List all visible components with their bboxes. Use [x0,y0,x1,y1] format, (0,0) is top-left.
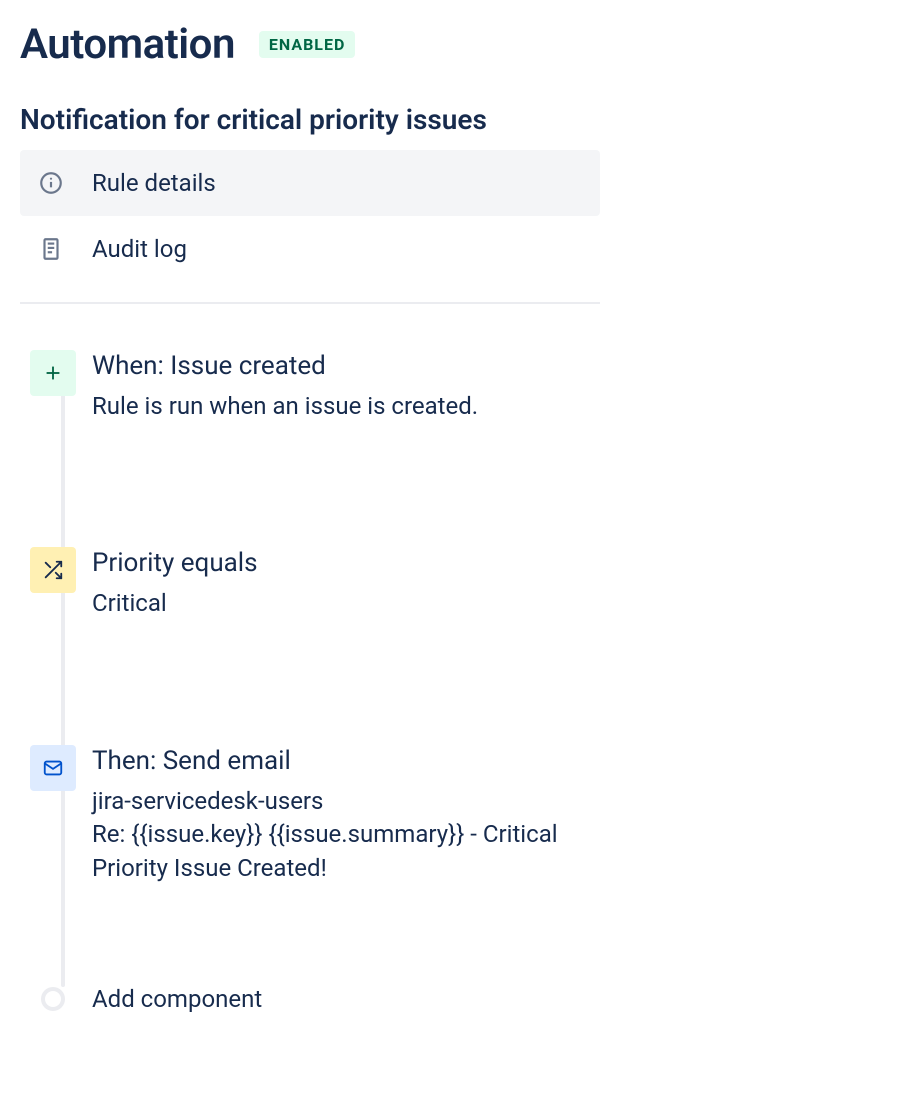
flow-step-trigger[interactable]: When: Issue created Rule is run when an … [30,348,878,423]
sidebar-list: Rule details Audit log [20,150,600,304]
flow-step-title: Then: Send email [92,745,576,779]
sidebar-item-label: Audit log [92,235,187,263]
flow-step-desc[interactable]: Critical [92,587,258,621]
flow-connector-line [61,388,65,987]
flow-step-title: Priority equals [92,547,258,581]
page-title: Automation [20,20,235,69]
shuffle-icon [30,547,76,593]
plus-icon [30,350,76,396]
add-component-label: Add component [92,985,262,1013]
status-badge: ENABLED [259,31,355,58]
flow-step-desc[interactable]: Rule is run when an issue is created. [92,390,478,424]
sidebar-item-audit-log[interactable]: Audit log [20,216,600,282]
flow-step-action[interactable]: Then: Send email jira-servicedesk-users … [30,743,878,886]
document-icon [38,236,92,262]
flow-step-desc[interactable]: jira-servicedesk-users Re: {{issue.key}}… [92,785,576,886]
add-circle-icon [41,987,65,1011]
sidebar-item-rule-details[interactable]: Rule details [20,150,600,216]
rule-name: Notification for critical priority issue… [20,103,878,136]
sidebar-item-label: Rule details [92,169,216,197]
info-icon [38,170,92,196]
rule-flow: When: Issue created Rule is run when an … [20,348,878,1013]
flow-step-title: When: Issue created [92,350,478,384]
header: Automation ENABLED [20,20,878,69]
add-component-row[interactable]: Add component [30,985,878,1013]
flow-step-condition[interactable]: Priority equals Critical [30,545,878,620]
mail-icon [30,745,76,791]
